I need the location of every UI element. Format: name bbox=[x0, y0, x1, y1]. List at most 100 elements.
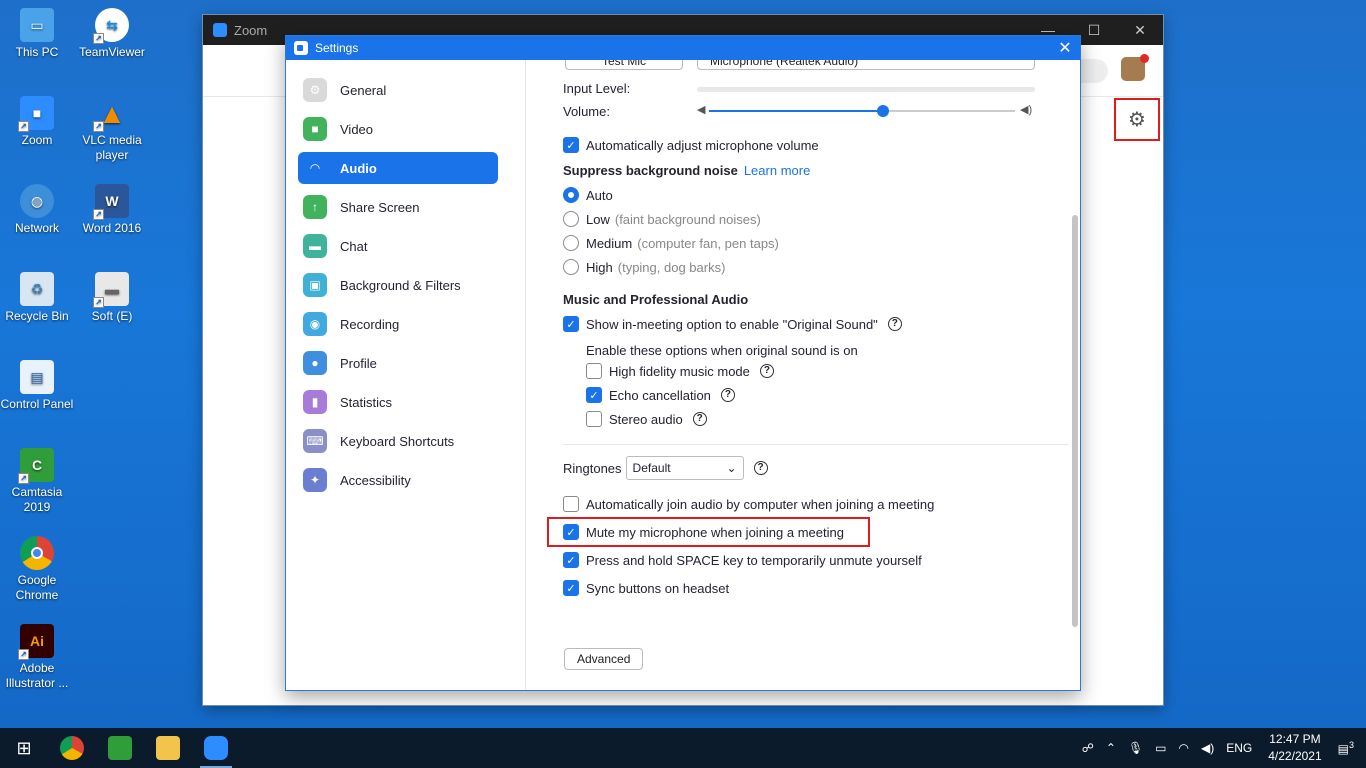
sidebar-item-statistics[interactable]: ▮ Statistics bbox=[298, 386, 498, 418]
ringtones-row: Ringtones Default ⌄ ? bbox=[563, 456, 768, 480]
noise-option-auto[interactable]: Auto bbox=[563, 187, 613, 203]
sync-headset-option[interactable]: ✓ Sync buttons on headset bbox=[563, 580, 729, 596]
volume-slider-thumb[interactable] bbox=[877, 105, 890, 117]
help-icon[interactable]: ? bbox=[720, 388, 735, 402]
desktop-icon-camtasia[interactable]: C ↗ Camtasia 2019 bbox=[0, 448, 74, 515]
sync-headset-checkbox[interactable]: ✓ bbox=[563, 580, 579, 596]
advanced-button[interactable]: Advanced bbox=[564, 648, 644, 670]
sidebar-item-chat[interactable]: ▬ Chat bbox=[298, 230, 498, 262]
gear-icon[interactable]: ⚙ bbox=[1128, 107, 1146, 132]
stereo-audio-option[interactable]: Stereo audio ? bbox=[586, 411, 707, 427]
sidebar-item-profile[interactable]: ● Profile bbox=[298, 347, 498, 379]
camtasia-icon bbox=[108, 736, 132, 760]
echo-cancellation-option[interactable]: ✓ Echo cancellation ? bbox=[586, 387, 735, 403]
help-icon[interactable]: ? bbox=[692, 412, 707, 426]
desktop-icon-zoom[interactable]: ■ ↗ Zoom bbox=[0, 96, 74, 148]
clock[interactable]: 12:47 PM 4/22/2021 bbox=[1268, 731, 1321, 765]
radio-high[interactable] bbox=[563, 259, 579, 275]
noise-option-high[interactable]: High (typing, dog barks) bbox=[563, 259, 725, 275]
space-unmute-checkbox[interactable]: ✓ bbox=[563, 552, 579, 568]
sidebar-item-label: Share Screen bbox=[340, 199, 420, 215]
taskbar-zoom[interactable] bbox=[192, 728, 240, 768]
echo-cancellation-checkbox[interactable]: ✓ bbox=[586, 387, 602, 403]
noise-option-low[interactable]: Low (faint background noises) bbox=[563, 211, 761, 227]
desktop-icon-network[interactable]: ◍ Network bbox=[0, 184, 74, 236]
help-icon[interactable]: ? bbox=[887, 317, 902, 331]
settings-gear-highlight[interactable]: ⚙ bbox=[1114, 98, 1160, 141]
people-icon[interactable]: ☍ bbox=[1082, 741, 1094, 755]
desktop-icon-vlc[interactable]: ▲ ↗ VLC media player bbox=[75, 96, 149, 163]
microphone-select[interactable]: Microphone (Realtek Audio) bbox=[697, 60, 1035, 70]
close-button[interactable]: ✕ bbox=[1117, 22, 1163, 39]
settings-sidebar: ⚙ General ■ Video ◠ Audio ↑ Share Screen… bbox=[286, 60, 526, 690]
sidebar-item-general[interactable]: ⚙ General bbox=[298, 74, 498, 106]
chevron-up-icon[interactable]: ⌃ bbox=[1106, 741, 1116, 755]
settings-dialog: Settings ✕ ⚙ General ■ Video ◠ Audio ↑ S… bbox=[285, 35, 1081, 691]
help-icon[interactable]: ? bbox=[759, 364, 774, 378]
music-audio-heading: Music and Professional Audio bbox=[563, 292, 749, 307]
windows-icon: ⊞ bbox=[16, 737, 32, 758]
radio-low[interactable] bbox=[563, 211, 579, 227]
auto-adjust-volume-option[interactable]: ✓ Automatically adjust microphone volume bbox=[563, 137, 819, 153]
high-fidelity-checkbox[interactable] bbox=[586, 363, 602, 379]
notification-icon[interactable]: ▤3 bbox=[1338, 740, 1354, 756]
desktop-icon-control-panel[interactable]: ▤ Control Panel bbox=[0, 360, 74, 412]
auto-join-audio-option[interactable]: Automatically join audio by computer whe… bbox=[563, 496, 934, 512]
original-sound-checkbox[interactable]: ✓ bbox=[563, 316, 579, 332]
help-icon[interactable]: ? bbox=[753, 461, 768, 475]
volume-label: Volume: bbox=[563, 104, 610, 119]
noise-option-medium[interactable]: Medium (computer fan, pen taps) bbox=[563, 235, 779, 251]
sidebar-item-recording[interactable]: ◉ Recording bbox=[298, 308, 498, 340]
desktop-icon-teamviewer[interactable]: ⇆ ↗ TeamViewer bbox=[75, 8, 149, 60]
mute-on-join-checkbox[interactable]: ✓ bbox=[563, 524, 579, 540]
sidebar-item-label: Keyboard Shortcuts bbox=[340, 433, 455, 449]
language-indicator[interactable]: ENG bbox=[1226, 741, 1252, 755]
zoom-logo-icon bbox=[294, 41, 308, 55]
mute-on-join-option[interactable]: ✓ Mute my microphone when joining a meet… bbox=[563, 524, 844, 540]
word-icon: W ↗ bbox=[93, 184, 129, 220]
zoom-icon bbox=[204, 736, 228, 760]
sidebar-item-label: Video bbox=[340, 121, 374, 137]
radio-auto[interactable] bbox=[563, 187, 579, 203]
teamviewer-icon: ⇆ ↗ bbox=[93, 8, 129, 44]
desktop-icon-illustrator[interactable]: Ai ↗ Adobe Illustrator ... bbox=[0, 624, 74, 691]
original-sound-option[interactable]: ✓ Show in-meeting option to enable "Orig… bbox=[563, 316, 902, 332]
scrollbar[interactable] bbox=[1072, 215, 1078, 627]
sidebar-item-audio[interactable]: ◠ Audio bbox=[298, 152, 498, 184]
sidebar-item-keyboard-shortcuts[interactable]: ⌨ Keyboard Shortcuts bbox=[298, 425, 498, 457]
test-mic-button[interactable]: Test Mic bbox=[565, 60, 683, 70]
desktop-icon-this-pc[interactable]: ▭ This PC bbox=[0, 8, 74, 60]
desktop-icon-chrome[interactable]: Google Chrome bbox=[0, 536, 74, 603]
auto-adjust-checkbox[interactable]: ✓ bbox=[563, 137, 579, 153]
ringtone-select[interactable]: Default ⌄ bbox=[625, 456, 744, 480]
desktop-icon-soft-e[interactable]: ▬ ↗ Soft (E) bbox=[75, 272, 149, 324]
avatar[interactable] bbox=[1121, 54, 1149, 81]
taskbar-file-explorer[interactable] bbox=[144, 728, 192, 768]
battery-icon[interactable]: ▭ bbox=[1155, 741, 1166, 755]
microphone-icon[interactable]: 🎙 bbox=[1128, 741, 1143, 755]
sidebar-item-accessibility[interactable]: ✦ Accessibility bbox=[298, 464, 498, 496]
chat-icon: ▬ bbox=[303, 234, 327, 258]
radio-medium[interactable] bbox=[563, 235, 579, 251]
space-unmute-option[interactable]: ✓ Press and hold SPACE key to temporaril… bbox=[563, 552, 922, 568]
volume-icon[interactable]: ◀) bbox=[1201, 741, 1214, 755]
desktop-icon-word[interactable]: W ↗ Word 2016 bbox=[75, 184, 149, 236]
learn-more-link[interactable]: Learn more bbox=[744, 163, 810, 178]
high-fidelity-option[interactable]: High fidelity music mode ? bbox=[586, 363, 774, 379]
auto-join-audio-checkbox[interactable] bbox=[563, 496, 579, 512]
wifi-icon[interactable]: ◠ bbox=[1179, 741, 1189, 755]
desktop-icon-recycle-bin[interactable]: ♻ Recycle Bin bbox=[0, 272, 74, 324]
sidebar-item-video[interactable]: ■ Video bbox=[298, 113, 498, 145]
taskbar: ⊞ ☍ ⌃ 🎙 ▭ ◠ ◀) ENG 12:47 PM 4/22/2021 ▤3 bbox=[0, 728, 1366, 768]
folder-icon bbox=[156, 736, 180, 760]
taskbar-camtasia[interactable] bbox=[96, 728, 144, 768]
stereo-audio-checkbox[interactable] bbox=[586, 411, 602, 427]
sidebar-item-share-screen[interactable]: ↑ Share Screen bbox=[298, 191, 498, 223]
close-icon[interactable]: ✕ bbox=[1050, 38, 1080, 58]
input-level-label: Input Level: bbox=[563, 81, 631, 96]
control-panel-icon: ▤ bbox=[20, 360, 54, 394]
keyboard-icon: ⌨ bbox=[303, 429, 327, 453]
start-button[interactable]: ⊞ bbox=[0, 728, 48, 768]
sidebar-item-background-filters[interactable]: ▣ Background & Filters bbox=[298, 269, 498, 301]
taskbar-chrome[interactable] bbox=[48, 728, 96, 768]
